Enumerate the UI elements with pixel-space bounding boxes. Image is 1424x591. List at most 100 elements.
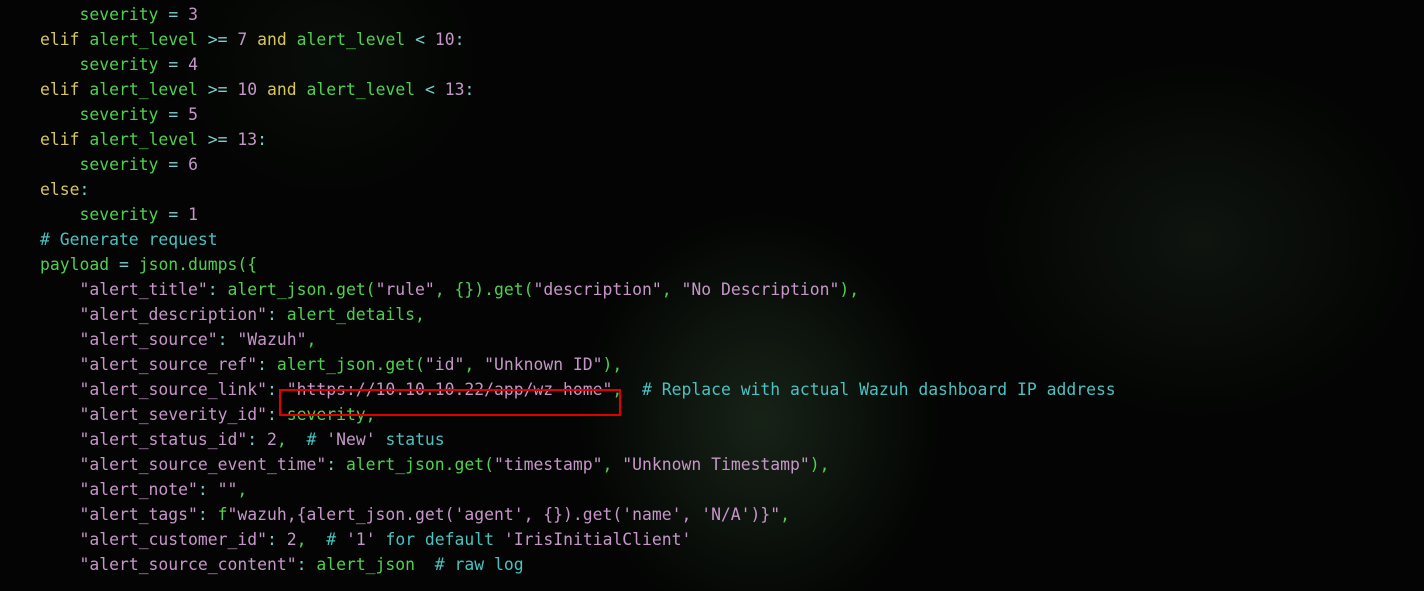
code-token: : xyxy=(247,430,258,449)
code-token: severity xyxy=(79,5,159,24)
code-token: : xyxy=(217,330,228,349)
code-line: severity = 5 xyxy=(40,102,1116,127)
code-token: alert_level xyxy=(89,80,198,99)
code-token: : xyxy=(454,30,465,49)
code-token: "alert_customer_id" xyxy=(79,530,267,549)
code-token: "alert_tags" xyxy=(79,505,198,524)
code-token: = xyxy=(168,55,179,74)
code-token: , xyxy=(780,505,791,524)
code-token: 13 xyxy=(237,130,258,149)
code-token: , {}).get( xyxy=(434,280,534,299)
code-token: "id" xyxy=(424,355,465,374)
code-token: , xyxy=(661,280,682,299)
code-line: "alert_source_ref": alert_json.get("id",… xyxy=(40,352,1116,377)
code-line: else: xyxy=(40,177,1116,202)
code-token: : xyxy=(266,405,277,424)
code-token: 4 xyxy=(188,55,198,74)
code-token: "https://10.10.10.22/app/wz-home" xyxy=(286,380,613,399)
code-token: "alert_description" xyxy=(79,305,267,324)
code-token: : xyxy=(207,280,218,299)
code-token: '1' xyxy=(345,530,376,549)
code-token: "alert_status_id" xyxy=(79,430,248,449)
code-token: = xyxy=(168,155,179,174)
code-token: "Unknown ID" xyxy=(484,355,603,374)
code-token: else xyxy=(40,180,80,199)
code-token: "alert_source_event_time" xyxy=(79,455,327,474)
code-token: : xyxy=(266,380,277,399)
code-token: 10 xyxy=(434,30,455,49)
code-line: "alert_tags": f"wazuh,{alert_json.get('a… xyxy=(40,502,1116,527)
code-token: "alert_title" xyxy=(79,280,208,299)
code-token: "alert_source_ref" xyxy=(79,355,258,374)
code-token: # xyxy=(326,530,346,549)
code-line: severity = 4 xyxy=(40,52,1116,77)
code-token: : xyxy=(296,555,307,574)
code-line: elif alert_level >= 13: xyxy=(40,127,1116,152)
code-token: "alert_note" xyxy=(79,480,198,499)
code-token: , xyxy=(612,380,623,399)
code-token: , xyxy=(237,480,248,499)
code-editor[interactable]: elif alert_level >= 5 and alert_level < … xyxy=(40,0,1116,577)
code-token: 1 xyxy=(188,205,198,224)
code-token: : xyxy=(266,305,277,324)
code-token: 10 xyxy=(237,80,258,99)
code-token: severity xyxy=(79,55,159,74)
code-token: : xyxy=(197,505,208,524)
code-token: alert_level xyxy=(306,80,416,99)
code-token: 3 xyxy=(188,5,198,24)
code-line: severity = 1 xyxy=(40,202,1116,227)
code-token: elif xyxy=(40,30,80,49)
code-token: , xyxy=(306,330,317,349)
code-line: "alert_description": alert_details, xyxy=(40,302,1116,327)
code-token: : xyxy=(79,180,90,199)
code-token: "alert_source_content" xyxy=(79,555,297,574)
terminal-window[interactable]: elif alert_level >= 5 and alert_level < … xyxy=(0,0,1424,591)
code-token: # Generate request xyxy=(40,230,218,249)
code-token: "alert_severity_id" xyxy=(79,405,267,424)
code-token: and xyxy=(267,80,297,99)
code-token: : xyxy=(266,530,277,549)
code-token: alert_details, xyxy=(286,305,425,324)
code-token: "" xyxy=(217,480,238,499)
code-token: = xyxy=(118,255,129,274)
code-token: severity xyxy=(79,205,159,224)
code-line: "alert_status_id": 2, # 'New' status xyxy=(40,427,1116,452)
code-token: , xyxy=(276,430,287,449)
code-token: : xyxy=(197,480,208,499)
